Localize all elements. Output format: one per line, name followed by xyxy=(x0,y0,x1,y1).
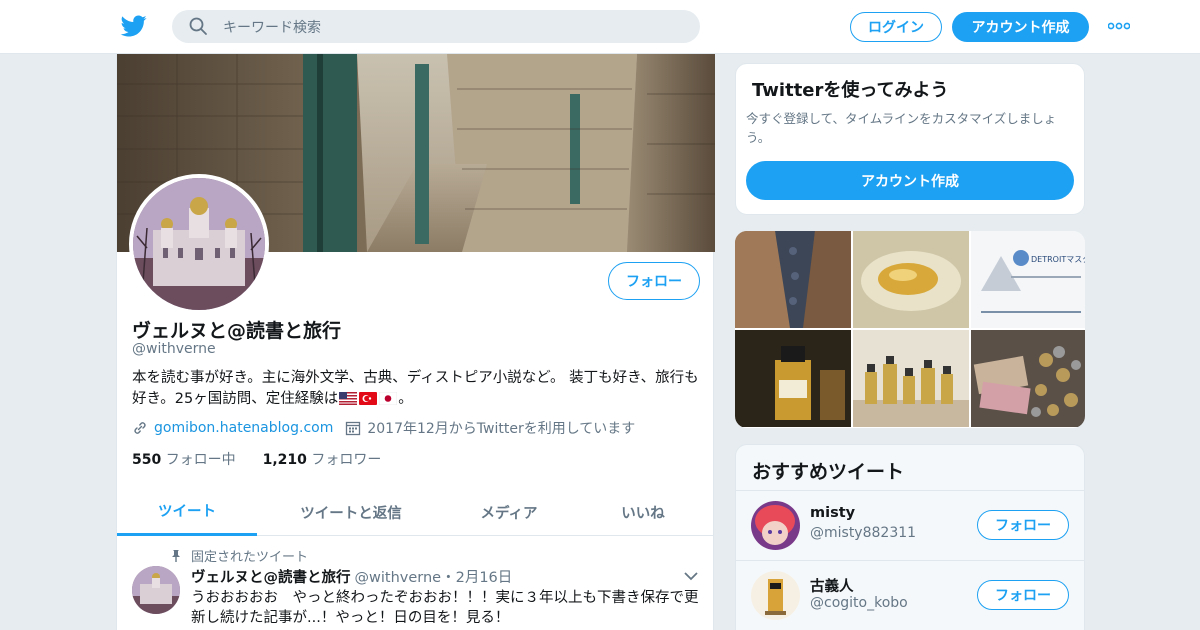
tweet-header: ヴェルヌと@読書と旅行 @withverne・2月16日 xyxy=(191,566,512,587)
japan-flag-icon xyxy=(379,392,398,405)
follow-button[interactable]: フォロー xyxy=(977,510,1069,540)
media-thumbnail[interactable] xyxy=(735,330,851,427)
media-thumbnail[interactable] xyxy=(735,231,851,328)
signup-card-button[interactable]: アカウント作成 xyxy=(746,161,1074,200)
following-count: 550 xyxy=(132,452,162,468)
link-icon xyxy=(134,422,146,434)
twitter-bird-icon[interactable] xyxy=(120,13,148,39)
recommended-user-avatar[interactable] xyxy=(751,571,800,620)
recommended-accounts-panel: おすすめツイート misty @misty882311 フォロー 古義人 @co… xyxy=(735,444,1085,630)
pinned-label: 固定されたツイート xyxy=(191,550,309,565)
profile-meta: gomibon.hatenablog.com 2017年12月からTwitter… xyxy=(132,418,635,438)
tweet-author-name[interactable]: ヴェルヌと@読書と旅行 xyxy=(191,570,351,586)
recommended-user-name: misty xyxy=(810,505,856,521)
profile-bio-end: 。 xyxy=(398,391,413,407)
profile-joined-date: 2017年12月からTwitterを利用しています xyxy=(367,421,636,437)
profile-bio: 本を読む事が好き。主に海外文学、古典、ディストピア小説など。 装丁も好き、旅行も… xyxy=(132,368,702,410)
recommended-user[interactable]: misty @misty882311 フォロー xyxy=(736,490,1084,560)
media-thumbnail[interactable] xyxy=(853,231,969,328)
recommended-title: おすすめツイート xyxy=(752,461,905,483)
recommended-user-name: 古義人 xyxy=(810,579,854,595)
recommended-user-avatar[interactable] xyxy=(751,501,800,550)
followers-label: フォロワー xyxy=(311,452,382,468)
recommended-user[interactable]: 古義人 @cogito_kobo フォロー xyxy=(736,560,1084,630)
profile-stats: 550 フォロー中 1,210 フォロワー xyxy=(132,449,381,469)
tweet-date[interactable]: ・2月16日 xyxy=(441,570,512,586)
recommended-user-handle: @misty882311 xyxy=(810,525,917,541)
media-thumbnail[interactable]: DETROITマスター xyxy=(971,231,1085,328)
signup-card: Twitterを使ってみよう 今すぐ登録して、タイムラインをカスタマイズしましょ… xyxy=(735,63,1085,215)
media-grid: DETROITマスター xyxy=(735,231,1085,428)
login-button[interactable]: ログイン xyxy=(850,12,942,42)
more-dots-icon[interactable] xyxy=(1108,22,1130,30)
profile-tabs: ツイート ツイートと返信 メディア いいね xyxy=(117,488,713,536)
top-navigation-bar: キーワード検索 ログイン アカウント作成 xyxy=(0,0,1200,54)
tab-media[interactable]: メディア xyxy=(445,488,573,536)
profile-name: ヴェルヌと@読書と旅行 xyxy=(132,320,342,342)
tweet-author-avatar[interactable] xyxy=(132,566,180,614)
profile-handle[interactable]: @withverne xyxy=(132,341,216,357)
follow-button[interactable]: フォロー xyxy=(977,580,1069,610)
signup-card-subtitle: 今すぐ登録して、タイムラインをカスタマイズしましょう。 xyxy=(746,111,1057,145)
chevron-down-icon[interactable] xyxy=(683,571,699,581)
media-thumbnail[interactable] xyxy=(971,330,1085,427)
calendar-icon xyxy=(346,421,361,436)
signup-card-title: Twitterを使ってみよう xyxy=(752,80,949,101)
followers-stat[interactable]: 1,210 フォロワー xyxy=(263,452,382,468)
tab-tweets-and-replies[interactable]: ツイートと返信 xyxy=(257,488,445,536)
media-thumbnail[interactable] xyxy=(853,330,969,427)
us-flag-icon xyxy=(339,392,358,405)
tweet-author-handle[interactable]: @withverne xyxy=(355,570,442,586)
turkey-flag-icon xyxy=(359,392,378,405)
tab-likes[interactable]: いいね xyxy=(573,488,713,536)
profile-column: フォロー ヴェルヌと@読書と旅行 @withverne 本を読む事が好き。主に海… xyxy=(116,54,715,630)
search-icon xyxy=(189,17,207,35)
tweet-text: うおおおおお やっと終わったぞおおお！！！実に３年以上も下書き保存で更新し続けた… xyxy=(191,590,699,626)
media-thumbnail-text: DETROITマスター xyxy=(1031,255,1085,264)
following-stat[interactable]: 550 フォロー中 xyxy=(132,452,236,468)
follow-button[interactable]: フォロー xyxy=(608,262,700,300)
recommended-user-handle: @cogito_kobo xyxy=(810,595,908,611)
search-placeholder: キーワード検索 xyxy=(223,20,321,36)
signup-button[interactable]: アカウント作成 xyxy=(952,12,1089,42)
pin-icon xyxy=(172,549,180,562)
following-label: フォロー中 xyxy=(165,452,236,468)
profile-website-link[interactable]: gomibon.hatenablog.com xyxy=(154,420,333,436)
profile-avatar[interactable] xyxy=(129,174,269,314)
pinned-indicator: 固定されたツイート xyxy=(169,546,308,565)
profile-bio-text: 本を読む事が好き。主に海外文学、古典、ディストピア小説など。 装丁も好き、旅行も… xyxy=(132,370,699,407)
followers-count: 1,210 xyxy=(262,452,307,468)
tab-tweets[interactable]: ツイート xyxy=(117,488,257,536)
